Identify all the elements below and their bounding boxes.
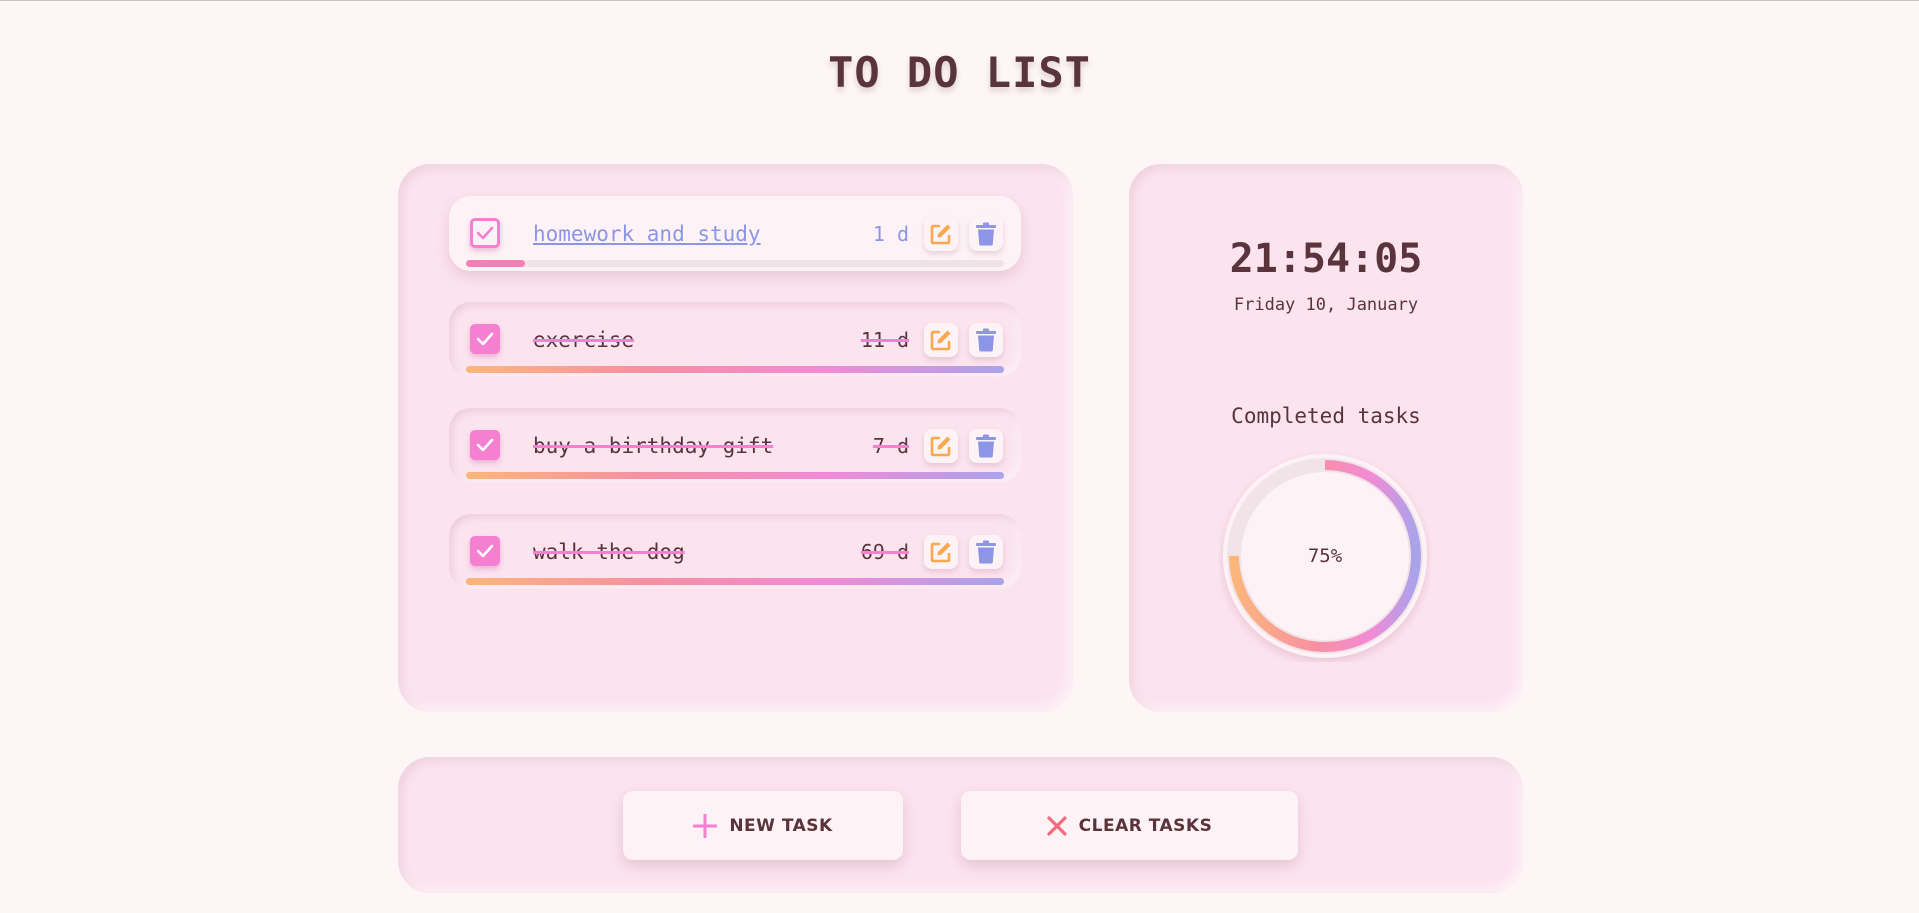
completion-ring: 75% [1219,450,1431,662]
task-days: 11 d [860,328,909,352]
task-label[interactable]: exercise [533,328,634,352]
clock-date: Friday 10, January [1233,295,1419,315]
x-icon [1047,815,1067,836]
task-list-panel: homework and study 1 d exercise 11 d buy… [398,164,1073,712]
task-progress-fill [466,472,1004,479]
clear-tasks-button[interactable]: CLEAR TASKS [961,791,1298,860]
task-progress-fill [466,260,526,267]
task-progress-bar [466,366,1004,373]
checkmark-icon [476,438,494,452]
task-label[interactable]: walk the dog [533,540,685,564]
edit-button[interactable] [924,323,958,357]
task-checkbox[interactable] [470,218,500,248]
task-item-4[interactable]: walk the dog 69 d [449,514,1021,589]
task-checkbox[interactable] [470,324,500,354]
completed-tasks-label: Completed tasks [1231,404,1421,428]
task-days: 7 d [872,434,909,458]
trash-icon [976,434,996,458]
edit-button[interactable] [924,429,958,463]
pencil-square-icon [930,330,951,351]
task-days: 1 d [872,222,909,246]
page-title: TO DO LIST [828,48,1091,97]
plus-icon [693,813,718,838]
pencil-square-icon [930,542,951,563]
task-progress-fill [466,578,1004,585]
edit-button[interactable] [924,535,958,569]
task-days: 69 d [860,540,909,564]
delete-button[interactable] [969,429,1003,463]
actions-panel: NEW TASK CLEAR TASKS [398,757,1523,893]
delete-button[interactable] [969,217,1003,251]
task-label[interactable]: homework and study [533,222,761,246]
new-task-button[interactable]: NEW TASK [623,791,903,860]
edit-button[interactable] [924,217,958,251]
top-border [0,0,1919,1]
task-progress-bar [466,472,1004,479]
completion-percent: 75% [1307,545,1343,567]
task-progress-bar [466,260,1004,267]
task-item-1[interactable]: homework and study 1 d [449,196,1021,271]
clock-time: 21:54:05 [1229,236,1423,282]
delete-button[interactable] [969,535,1003,569]
task-progress-bar [466,578,1004,585]
checkmark-icon [476,226,494,240]
stats-panel: 21:54:05 Friday 10, January Completed ta… [1129,164,1523,712]
task-checkbox[interactable] [470,536,500,566]
task-checkbox[interactable] [470,430,500,460]
trash-icon [976,540,996,564]
task-item-2[interactable]: exercise 11 d [449,302,1021,377]
task-item-3[interactable]: buy a birthday gift 7 d [449,408,1021,483]
pencil-square-icon [930,436,951,457]
task-progress-fill [466,366,1004,373]
trash-icon [976,222,996,246]
checkmark-icon [476,332,494,346]
clear-tasks-label: CLEAR TASKS [1078,815,1213,836]
checkmark-icon [476,544,494,558]
trash-icon [976,328,996,352]
delete-button[interactable] [969,323,1003,357]
task-label[interactable]: buy a birthday gift [533,434,773,458]
pencil-square-icon [930,224,951,245]
new-task-label: NEW TASK [729,815,833,836]
